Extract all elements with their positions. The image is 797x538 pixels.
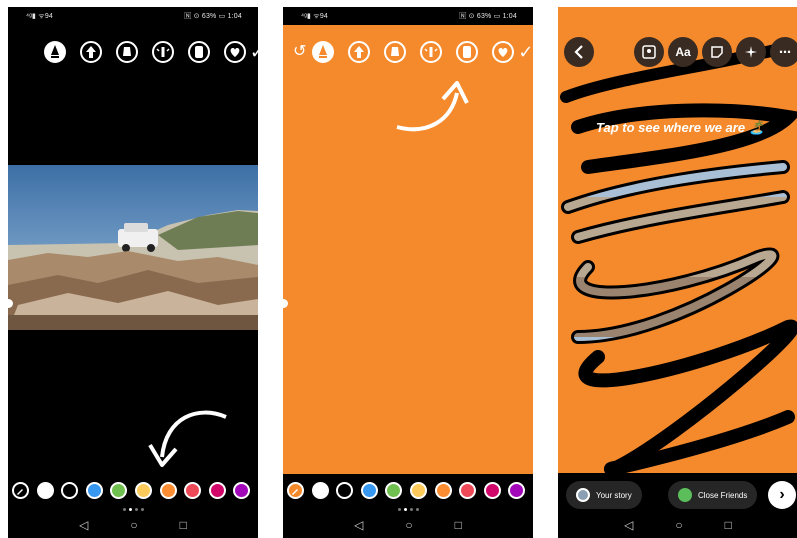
color-swatch-white[interactable] [36,481,54,499]
android-nav-bar: ◁ ○ □ [283,512,533,538]
arrow-up-icon[interactable] [80,41,102,63]
nav-home-button[interactable]: ○ [130,518,137,532]
nav-home-button[interactable]: ○ [405,518,412,532]
story-top-bar: Aa ⋯ [558,37,797,69]
eraser-icon[interactable] [456,41,479,63]
color-swatch-pink[interactable] [208,481,226,499]
brush-toolbar: ✓ [44,35,258,69]
status-right: 🄽 ⊙ 63% ▭ 1:04 [459,13,517,20]
color-palette [8,474,258,506]
share-bar: Your story Close Friends › [558,473,797,513]
close-friends-label: Close Friends [698,490,748,500]
chevron-left-icon [574,45,583,59]
nav-home-button[interactable]: ○ [675,518,682,532]
nav-back-button[interactable]: ◁ [354,518,363,532]
status-bar: ⁴ᵍ▮ ᯤ94 🄽 ⊙ 63% ▭ 1:04 [283,7,533,25]
nav-back-button[interactable]: ◁ [624,518,633,532]
nav-recent-button[interactable]: □ [180,518,187,532]
brush-toolbar: ↺ ✓ [293,35,533,69]
confirm-check-button[interactable]: ✓ [518,41,533,63]
color-swatch-white[interactable] [311,481,329,499]
arrow-up-icon[interactable] [348,41,371,63]
color-swatch-black[interactable] [61,481,79,499]
pen-marker-icon[interactable] [44,41,66,63]
color-swatch-yellow[interactable] [134,481,152,499]
sticker-button[interactable] [702,37,732,67]
close-friends-button[interactable]: Close Friends [668,481,758,509]
pen-marker-icon[interactable] [312,41,335,63]
status-left: ⁴ᵍ▮ ᯤ94 [26,12,54,20]
sparkles-icon [745,46,757,58]
color-swatch-black[interactable] [336,481,354,499]
marker-icon[interactable] [384,41,407,63]
curved-arrow-down-icon [148,410,227,467]
nav-recent-button[interactable]: □ [455,518,462,532]
color-swatch-blue[interactable] [360,481,378,499]
color-swatch-red[interactable] [184,481,202,499]
marker-icon[interactable] [116,41,138,63]
beach-photo [8,165,258,330]
color-swatch-red[interactable] [459,481,477,499]
color-swatch-orange[interactable] [434,481,452,499]
phone-screen-filled-canvas: ⁴ᵍ▮ ᯤ94 🄽 ⊙ 63% ▭ 1:04 ↺ ✓ ◁ ○ □ [283,7,533,538]
eyedropper-button[interactable] [12,481,29,499]
heart-brush-icon[interactable] [224,41,246,63]
story-caption-text: Tap to see where we are 🏝️ [596,120,765,135]
curved-arrow-up-icon [396,81,469,132]
star-icon [678,488,692,502]
brush-size-slider-handle[interactable] [283,299,288,308]
tag-people-button[interactable] [634,37,664,67]
color-palette [283,474,533,506]
effects-button[interactable] [736,37,766,67]
color-swatch-pink[interactable] [483,481,501,499]
status-right: 🄽 ⊙ 63% ▭ 1:04 [184,13,242,20]
status-left: ⁴ᵍ▮ ᯤ94 [301,12,329,20]
heart-brush-icon[interactable] [492,41,515,63]
portrait-icon [642,45,656,59]
android-nav-bar: ◁ ○ □ [558,512,797,538]
send-button[interactable]: › [768,481,796,509]
more-options-button[interactable]: ⋯ [770,37,797,67]
sticker-icon [711,46,723,58]
eyedropper-icon [292,488,298,495]
nav-recent-button[interactable]: □ [725,518,732,532]
scribble-reveal-drawing [560,41,797,476]
phone-screen-photo-editor: ⁴ᵍ▮ ᯤ94 🄽 ⊙ 63% ▭ 1:04 ✓ ◁ ○ □ [8,7,258,538]
avatar [576,488,590,502]
back-button[interactable] [564,37,594,67]
your-story-label: Your story [596,490,632,500]
color-swatch-green[interactable] [385,481,403,499]
color-swatch-purple[interactable] [233,481,251,499]
eraser-icon[interactable] [188,41,210,63]
color-swatch-yellow[interactable] [409,481,427,499]
color-swatch-orange[interactable] [159,481,177,499]
nav-back-button[interactable]: ◁ [79,518,88,532]
neon-brush-icon[interactable] [420,41,443,63]
eyedropper-button[interactable] [287,481,304,499]
eyedropper-icon [17,488,23,495]
color-swatch-blue[interactable] [85,481,103,499]
undo-button[interactable]: ↺ [293,41,306,63]
text-tool-button[interactable]: Aa [668,37,698,67]
android-nav-bar: ◁ ○ □ [8,512,258,538]
phone-screen-story-preview: Aa ⋯ Tap to see where we are 🏝️ Your sto… [558,7,797,538]
status-bar: ⁴ᵍ▮ ᯤ94 🄽 ⊙ 63% ▭ 1:04 [8,7,258,25]
confirm-check-button[interactable]: ✓ [250,41,258,63]
neon-brush-icon[interactable] [152,41,174,63]
color-swatch-green[interactable] [110,481,128,499]
your-story-button[interactable]: Your story [566,481,642,509]
color-swatch-purple[interactable] [508,481,526,499]
